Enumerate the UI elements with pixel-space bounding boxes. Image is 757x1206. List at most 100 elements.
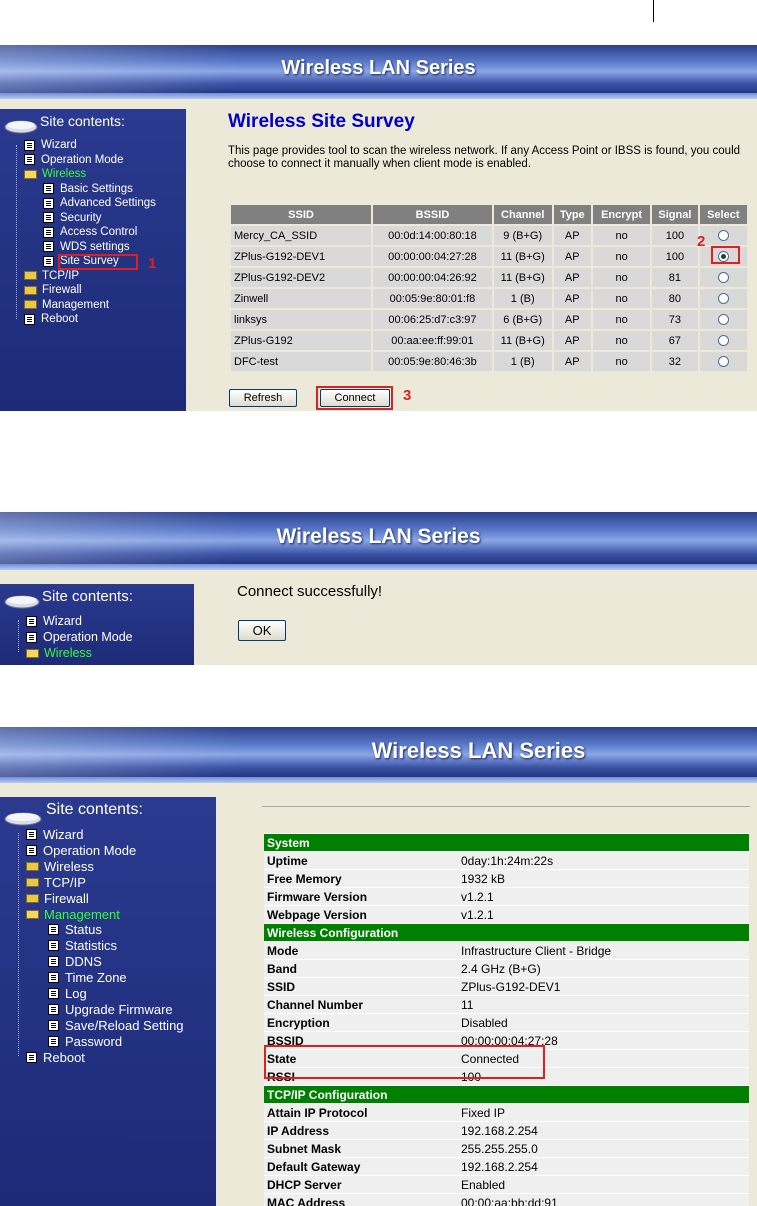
connect-button[interactable]: Connect — [320, 389, 390, 407]
sidebar-item-upgrade-firmware[interactable]: Upgrade Firmware — [48, 1002, 173, 1017]
sidebar-item-label: Upgrade Firmware — [65, 1001, 173, 1017]
status-key: Webpage Version — [264, 905, 458, 924]
sidebar-item-label: Management — [42, 298, 110, 311]
folder-icon — [26, 893, 39, 903]
sidebar-heading: Site contents: — [46, 801, 143, 818]
status-row-uptime: Uptime 0day:1h:24m:22s — [264, 851, 749, 870]
cell-type: AP — [551, 245, 593, 268]
status-key: DHCP Server — [264, 1175, 458, 1194]
sidebar-item-log[interactable]: Log — [48, 986, 87, 1001]
sidebar-item-access-control[interactable]: Access Control — [43, 226, 137, 238]
select-radio[interactable] — [717, 335, 729, 347]
select-radio[interactable] — [717, 230, 729, 242]
cell-ssid: ZPlus-G192 — [228, 329, 374, 352]
page-description: This page provides tool to scan the wire… — [228, 145, 741, 170]
cell-ssid: DFC-test — [228, 350, 374, 373]
page-icon — [48, 988, 59, 999]
sidebar-item-status[interactable]: Status — [48, 922, 102, 937]
refresh-button[interactable]: Refresh — [229, 389, 297, 407]
folder-open-icon — [24, 169, 37, 179]
select-radio[interactable] — [717, 272, 729, 284]
sidebar-item-statistics[interactable]: Statistics — [48, 938, 117, 953]
sidebar-item-management[interactable]: Management — [26, 907, 120, 922]
folder-icon — [24, 300, 37, 309]
folder-icon — [24, 285, 37, 295]
sidebar-item-advanced-settings[interactable]: Advanced Settings — [43, 197, 156, 209]
status-row-ip-address: IP Address 192.168.2.254 — [264, 1121, 749, 1140]
table-row: ZPlus-G192 00:aa:ee:ff:99:01 11 (B+G) AP no 6… — [228, 329, 750, 352]
router-logo-icon — [4, 812, 42, 826]
router-logo-icon — [4, 120, 38, 134]
sidebar-item-label: Log — [65, 986, 87, 1001]
status-value: 2.4 GHz (B+G) — [458, 959, 749, 978]
status-row-band: Band 2.4 GHz (B+G) — [264, 959, 749, 978]
status-value: Infrastructure Client - Bridge — [458, 941, 749, 960]
sidebar-item-reboot[interactable]: Reboot — [24, 313, 78, 325]
cell-channel: 11 (B+G) — [491, 329, 554, 352]
sidebar-item-label: Operation Mode — [41, 153, 124, 166]
sidebar-item-firewall[interactable]: Firewall — [26, 891, 89, 906]
sidebar-item-operation-mode[interactable]: Operation Mode — [24, 154, 123, 166]
status-value: v1.2.1 — [458, 887, 749, 906]
cell-bssid: 00:05:9e:80:46:3b — [371, 350, 494, 373]
cell-bssid: 00:0d:14:00:80:18 — [371, 224, 494, 247]
select-radio[interactable] — [717, 356, 729, 368]
folder-icon — [26, 861, 39, 871]
status-row-dhcp-server: DHCP Server Enabled — [264, 1175, 749, 1194]
cell-ssid: Zinwell — [228, 287, 374, 310]
cell-signal: 73 — [650, 308, 700, 331]
sidebar-item-reboot[interactable]: Reboot — [26, 1050, 85, 1065]
sidebar-item-label: Reboot — [41, 313, 79, 325]
sidebar-item-management[interactable]: Management — [24, 299, 109, 311]
cell-channel: 11 (B+G) — [491, 266, 554, 289]
sidebar-item-time-zone[interactable]: Time Zone — [48, 970, 127, 985]
sidebar-item-ddns[interactable]: DDNS — [48, 954, 102, 969]
ok-button[interactable]: OK — [238, 620, 286, 641]
status-value: 1932 kB — [458, 869, 749, 888]
cell-channel: 1 (B) — [491, 350, 554, 373]
sidebar-item-wireless[interactable]: Wireless — [26, 646, 92, 660]
sidebar-item-wireless[interactable]: Wireless — [24, 168, 86, 180]
status-row-webpage-version: Webpage Version v1.2.1 — [264, 905, 749, 924]
select-radio[interactable] — [717, 293, 729, 305]
sidebar-item-label: Password — [65, 1033, 123, 1049]
status-row-encryption: Encryption Disabled — [264, 1013, 749, 1032]
sidebar-item-basic-settings[interactable]: Basic Settings — [43, 183, 133, 195]
sidebar-item-label: Security — [60, 211, 102, 224]
cell-type: AP — [551, 329, 593, 352]
page-icon — [43, 226, 54, 238]
sidebar-item-password[interactable]: Password — [48, 1034, 122, 1049]
section-title: TCP/IP Configuration — [264, 1085, 749, 1104]
section-header-tcp-ip-configuration: TCP/IP Configuration — [264, 1085, 749, 1104]
sidebar-item-tcp-ip[interactable]: TCP/IP — [26, 875, 86, 890]
status-value: 11 — [458, 995, 749, 1014]
cell-encrypt: no — [590, 245, 653, 268]
sidebar-item-operation-mode[interactable]: Operation Mode — [26, 843, 136, 858]
page-icon — [48, 956, 59, 968]
sidebar-item-security[interactable]: Security — [43, 212, 102, 224]
sidebar-item-label: Wizard — [43, 827, 84, 842]
cell-type: AP — [551, 266, 593, 289]
status-value: v1.2.1 — [458, 905, 749, 924]
status-key: Attain IP Protocol — [264, 1103, 458, 1122]
cell-channel: 11 (B+G) — [491, 245, 554, 268]
status-key: Firmware Version — [264, 887, 458, 906]
sidebar-item-wizard[interactable]: Wizard — [26, 614, 82, 628]
status-value: 255.255.255.0 — [458, 1139, 749, 1158]
sidebar-item-label: Wizard — [41, 139, 77, 151]
sidebar-item-save-reload-setting[interactable]: Save/Reload Setting — [48, 1018, 184, 1033]
status-row-channel-number: Channel Number 11 — [264, 995, 749, 1014]
sidebar-item-firewall[interactable]: Firewall — [24, 284, 82, 296]
site-survey-highlight — [58, 254, 138, 270]
sidebar-item-wizard[interactable]: Wizard — [26, 827, 83, 842]
sidebar-item-label: Operation Mode — [43, 630, 133, 644]
select-radio[interactable] — [717, 314, 729, 326]
cell-bssid: 00:06:25:d7:c3:97 — [371, 308, 494, 331]
sidebar-item-operation-mode[interactable]: Operation Mode — [26, 630, 133, 644]
sidebar-item-tcp-ip[interactable]: TCP/IP — [24, 270, 79, 282]
status-value: Disabled — [458, 1013, 749, 1032]
page-icon — [48, 940, 59, 952]
sidebar-item-wds-settings[interactable]: WDS settings — [43, 241, 130, 253]
sidebar-item-wizard[interactable]: Wizard — [24, 139, 77, 151]
sidebar-item-wireless[interactable]: Wireless — [26, 859, 94, 874]
